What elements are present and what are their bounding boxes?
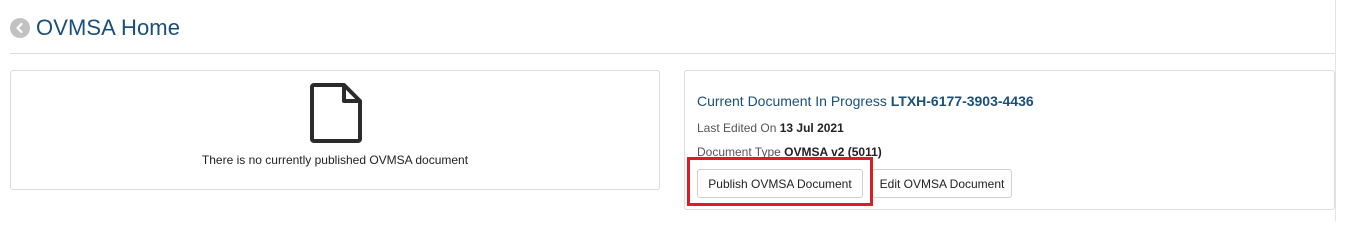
no-published-document-message: There is no currently published OVMSA do…: [201, 153, 469, 167]
chevron-left-circle-icon[interactable]: [10, 18, 30, 38]
document-type-row: Document Type OVMSA v2 (5011): [697, 145, 882, 159]
last-edited-label: Last Edited On: [697, 121, 777, 135]
publish-document-button[interactable]: Publish OVMSA Document: [697, 169, 863, 198]
current-document-heading: Current Document In Progress LTXH-6177-3…: [697, 93, 1034, 109]
current-document-label: Current Document In Progress: [697, 93, 887, 109]
right-edge-rule: [1335, 0, 1336, 221]
document-type-value: OVMSA v2 (5011): [784, 145, 882, 159]
last-edited-row: Last Edited On 13 Jul 2021: [697, 121, 844, 135]
last-edited-value: 13 Jul 2021: [779, 121, 844, 135]
edit-document-button[interactable]: Edit OVMSA Document: [872, 169, 1012, 198]
current-document-panel: Current Document In Progress LTXH-6177-3…: [684, 70, 1335, 210]
published-document-panel: There is no currently published OVMSA do…: [10, 70, 660, 190]
current-document-id: LTXH-6177-3903-4436: [890, 93, 1034, 109]
page-title: OVMSA Home: [36, 15, 181, 40]
document-type-label: Document Type: [697, 145, 781, 159]
header-divider: [10, 53, 1335, 54]
document-icon: [308, 82, 364, 144]
page-header: OVMSA Home: [10, 13, 180, 43]
